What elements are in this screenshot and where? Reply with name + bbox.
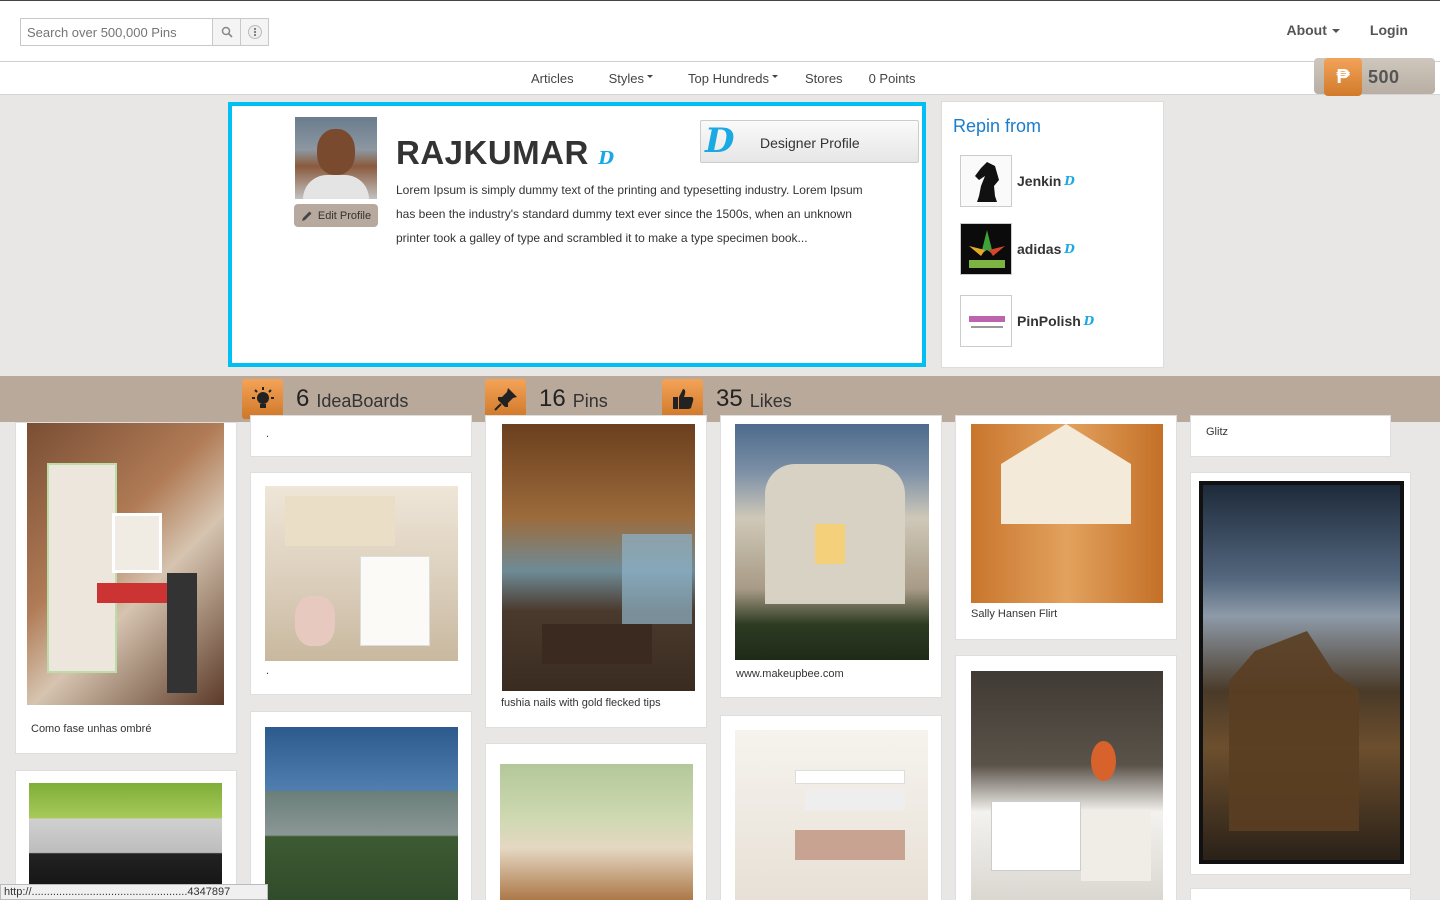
pin-card[interactable]: [955, 655, 1177, 900]
pin-image[interactable]: [265, 486, 458, 661]
designer-profile-label: Designer Profile: [760, 135, 860, 151]
pin-image[interactable]: [1199, 481, 1404, 864]
pin-card[interactable]: Como fase unhas ombré: [15, 422, 237, 754]
top-header: About Login: [0, 0, 1440, 62]
likes-count: 35: [716, 385, 743, 412]
likes-label: Likes: [749, 390, 792, 411]
profile-name: RAJKUMAR D: [396, 134, 615, 172]
designer-badge-icon: D: [1083, 314, 1095, 328]
designer-logo-icon: D: [705, 121, 735, 161]
lightbulb-icon: [242, 379, 283, 419]
nav-points[interactable]: 0 Points: [869, 71, 916, 86]
search-icon: [221, 26, 233, 38]
pin-card[interactable]: www.makeupbee.com: [720, 415, 942, 698]
pin-card[interactable]: .: [250, 472, 472, 695]
peso-coin-icon: ₱: [1324, 58, 1362, 96]
status-url: http://.................................…: [0, 884, 268, 900]
points-value: 500: [1368, 67, 1400, 87]
search-button[interactable]: [212, 19, 240, 45]
pin-card[interactable]: [15, 770, 237, 900]
pin-card[interactable]: [1190, 472, 1411, 875]
pin-card[interactable]: [1190, 888, 1411, 900]
pin-image[interactable]: [971, 424, 1163, 603]
edit-profile-button[interactable]: Edit Profile: [294, 204, 378, 227]
nav-articles[interactable]: Articles: [531, 71, 574, 86]
search-options-button[interactable]: [240, 19, 268, 45]
designer-badge-icon: D: [1064, 242, 1075, 256]
pins-label: Pins: [572, 390, 608, 411]
pin-caption: fushia nails with gold flecked tips: [501, 697, 661, 709]
about-menu[interactable]: About: [1286, 22, 1340, 38]
search-box: [20, 18, 269, 46]
pin-image[interactable]: [735, 730, 928, 900]
profile-description: Lorem Ipsum is simply dummy text of the …: [396, 183, 863, 245]
main-nav: Articles Styles Top Hundreds Stores 0 Po…: [0, 62, 1440, 95]
repin-title: Repin from: [953, 116, 1042, 136]
pin-caption: .: [266, 665, 270, 677]
designer-profile-button[interactable]: D Designer Profile: [700, 120, 919, 163]
repin-name: Jenkin: [1017, 173, 1062, 189]
pin-card[interactable]: [485, 743, 707, 900]
repin-item[interactable]: adidas D: [960, 223, 1075, 275]
ideaboards-label: IdeaBoards: [316, 390, 409, 411]
points-badge[interactable]: ₱ 500: [1314, 58, 1435, 96]
chevron-down-icon: [1331, 29, 1340, 34]
pin-caption: .: [266, 428, 270, 440]
designer-badge-icon: D: [1064, 174, 1075, 188]
nav-styles-label: Styles: [608, 71, 645, 86]
pin-caption: Sally Hansen Flirt: [971, 608, 1058, 620]
nav-stores[interactable]: Stores: [805, 71, 843, 86]
search-input[interactable]: [21, 19, 212, 45]
chevron-down-icon: [771, 75, 778, 78]
profile-card: Edit Profile RAJKUMAR D Lorem Ipsum is s…: [228, 102, 926, 367]
pin-image[interactable]: [502, 424, 695, 691]
pin-image[interactable]: [27, 423, 224, 705]
more-vertical-icon: [247, 25, 262, 39]
login-link[interactable]: Login: [1370, 22, 1408, 38]
adidas-logo-thumbnail: [960, 223, 1012, 275]
repin-name: PinPolish: [1017, 313, 1081, 329]
pin-card[interactable]: [720, 715, 942, 900]
pin-card[interactable]: Sally Hansen Flirt: [955, 415, 1177, 640]
designer-badge-icon: D: [598, 148, 615, 169]
pin-image[interactable]: [29, 783, 222, 899]
pin-image[interactable]: [735, 424, 929, 660]
chevron-down-icon: [647, 75, 654, 78]
pin-image[interactable]: [971, 671, 1163, 900]
pin-caption: Glitz: [1206, 426, 1228, 438]
pin-caption: Como fase unhas ombré: [31, 723, 152, 735]
chess-knight-thumbnail: [960, 155, 1012, 207]
edit-profile-label: Edit Profile: [317, 209, 372, 222]
nav-top-hundreds[interactable]: Top Hundreds: [688, 71, 778, 86]
pin-caption: www.makeupbee.com: [736, 668, 844, 680]
pin-image[interactable]: [265, 727, 458, 900]
repin-panel: Repin from Jenkin D adidas D PinPolish D: [941, 101, 1164, 368]
profile-name-text: RAJKUMAR: [396, 134, 589, 171]
pin-card[interactable]: .: [250, 415, 472, 457]
pin-card[interactable]: [250, 711, 472, 900]
repin-name: adidas: [1017, 241, 1062, 257]
pins-count: 16: [539, 385, 566, 412]
ideaboards-count: 6: [296, 385, 310, 412]
pin-card[interactable]: fushia nails with gold flecked tips: [485, 415, 707, 728]
nav-top-hundreds-label: Top Hundreds: [688, 71, 769, 86]
repin-item[interactable]: Jenkin D: [960, 155, 1075, 207]
avatar: [295, 117, 377, 199]
repin-item[interactable]: PinPolish D: [960, 295, 1094, 347]
pushpin-icon: [485, 379, 526, 419]
nav-styles[interactable]: Styles: [608, 71, 654, 86]
top-nav: About Login: [1286, 22, 1408, 38]
pin-image[interactable]: [500, 764, 693, 900]
pinpolish-logo-thumbnail: [960, 295, 1012, 347]
about-label: About: [1286, 22, 1327, 38]
thumbs-up-icon: [662, 379, 703, 419]
pin-card[interactable]: Glitz: [1190, 415, 1391, 457]
pencil-icon: [301, 211, 312, 221]
